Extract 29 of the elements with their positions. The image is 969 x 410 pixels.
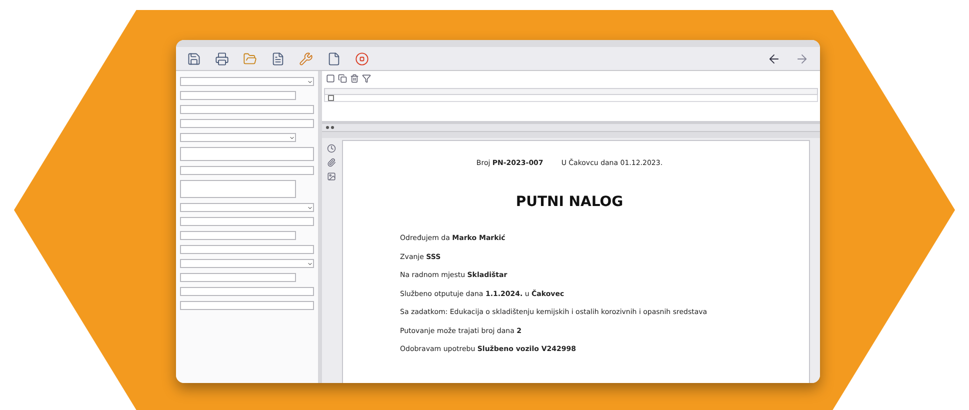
square-icon[interactable]: [326, 74, 335, 83]
trash-icon[interactable]: [350, 74, 359, 83]
input-field[interactable]: [180, 180, 296, 198]
clock-icon[interactable]: [326, 144, 336, 153]
input-field[interactable]: [180, 133, 296, 142]
chevron-icon: [289, 134, 295, 140]
input-field[interactable]: [180, 245, 314, 254]
input-field[interactable]: [180, 287, 314, 296]
input-field[interactable]: [180, 166, 314, 175]
copy-icon[interactable]: [338, 74, 347, 83]
input-field[interactable]: [180, 203, 314, 212]
input-field[interactable]: [180, 231, 296, 240]
input-field[interactable]: [180, 301, 314, 310]
input-field[interactable]: [180, 77, 314, 86]
document-title: PUTNI NALOG: [516, 194, 624, 210]
paperclip-icon[interactable]: [326, 158, 336, 167]
chevron-icon: [307, 260, 313, 266]
input-field[interactable]: [180, 259, 314, 268]
image-icon[interactable]: [326, 172, 336, 181]
filter-icon[interactable]: [362, 74, 371, 83]
input-field[interactable]: [180, 217, 314, 226]
chevron-icon: [307, 204, 313, 210]
input-field[interactable]: [180, 147, 314, 161]
input-field[interactable]: [180, 273, 296, 282]
input-field[interactable]: [180, 91, 296, 100]
checkbox[interactable]: [328, 95, 334, 101]
chevron-icon: [307, 78, 313, 84]
input-field[interactable]: [180, 119, 314, 128]
input-field[interactable]: [180, 105, 314, 114]
